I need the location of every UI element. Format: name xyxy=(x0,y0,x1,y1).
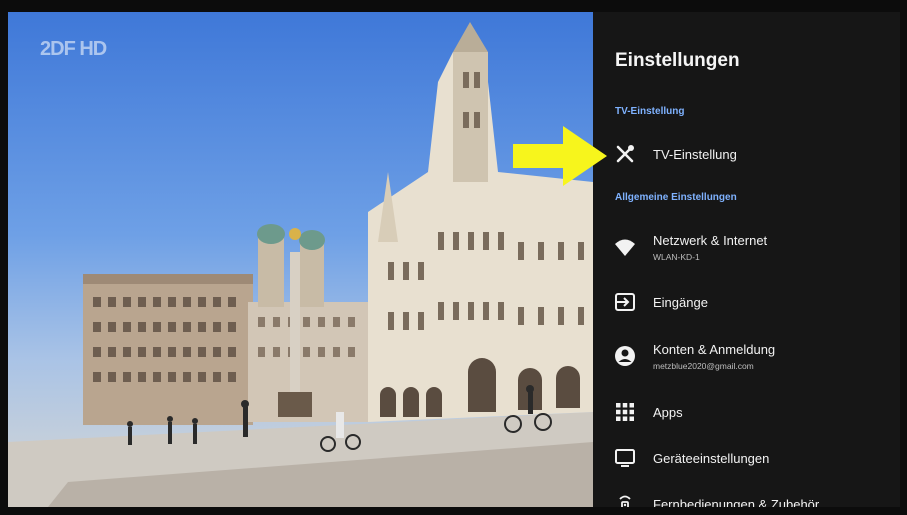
tv-screen: 2DF HD Einstellungen TV-Einstellung TV-E… xyxy=(8,12,900,507)
section-header-tv: TV-Einstellung xyxy=(615,106,685,117)
menu-item-accounts[interactable]: Konten & Anmeldung metzblue2020@gmail.co… xyxy=(603,334,893,378)
menu-item-label: Eingänge xyxy=(653,294,708,310)
channel-logo: 2DF HD xyxy=(40,38,107,60)
input-icon xyxy=(613,290,637,314)
wifi-icon xyxy=(613,235,637,259)
menu-item-label: Geräteeinstellungen xyxy=(653,450,770,466)
settings-panel: Einstellungen TV-Einstellung TV-Einstell… xyxy=(593,12,900,507)
menu-item-label: TV-Einstellung xyxy=(653,146,737,162)
menu-item-label: Netzwerk & Internet xyxy=(653,232,768,248)
section-header-general: Allgemeine Einstellungen xyxy=(615,192,737,203)
menu-item-network[interactable]: Netzwerk & Internet WLAN-KD-1 xyxy=(603,225,893,269)
apps-grid-icon xyxy=(613,400,637,424)
account-icon xyxy=(613,344,637,368)
menu-item-device[interactable]: Geräteeinstellungen xyxy=(603,436,893,480)
menu-item-remotes[interactable]: Fernbedienungen & Zubehör xyxy=(603,482,893,507)
menu-item-label: Konten & Anmeldung xyxy=(653,341,776,357)
menu-item-inputs[interactable]: Eingänge xyxy=(603,280,893,324)
tools-icon xyxy=(613,142,637,166)
menu-item-label: Fernbedienungen & Zubehör xyxy=(653,496,820,508)
live-tv-picture: 2DF HD xyxy=(8,12,593,507)
menu-item-apps[interactable]: Apps xyxy=(603,390,893,434)
menu-item-label: Apps xyxy=(653,404,683,420)
yellow-arrow-annotation xyxy=(513,126,607,186)
menu-item-tv-einstellung[interactable]: TV-Einstellung xyxy=(603,132,893,176)
tv-monitor-icon xyxy=(613,446,637,470)
account-email: metzblue2020@gmail.com xyxy=(653,360,754,371)
network-ssid: WLAN-KD-1 xyxy=(653,251,700,262)
remote-icon xyxy=(613,492,637,507)
city-square-scene xyxy=(8,22,593,507)
panel-title: Einstellungen xyxy=(615,50,740,71)
